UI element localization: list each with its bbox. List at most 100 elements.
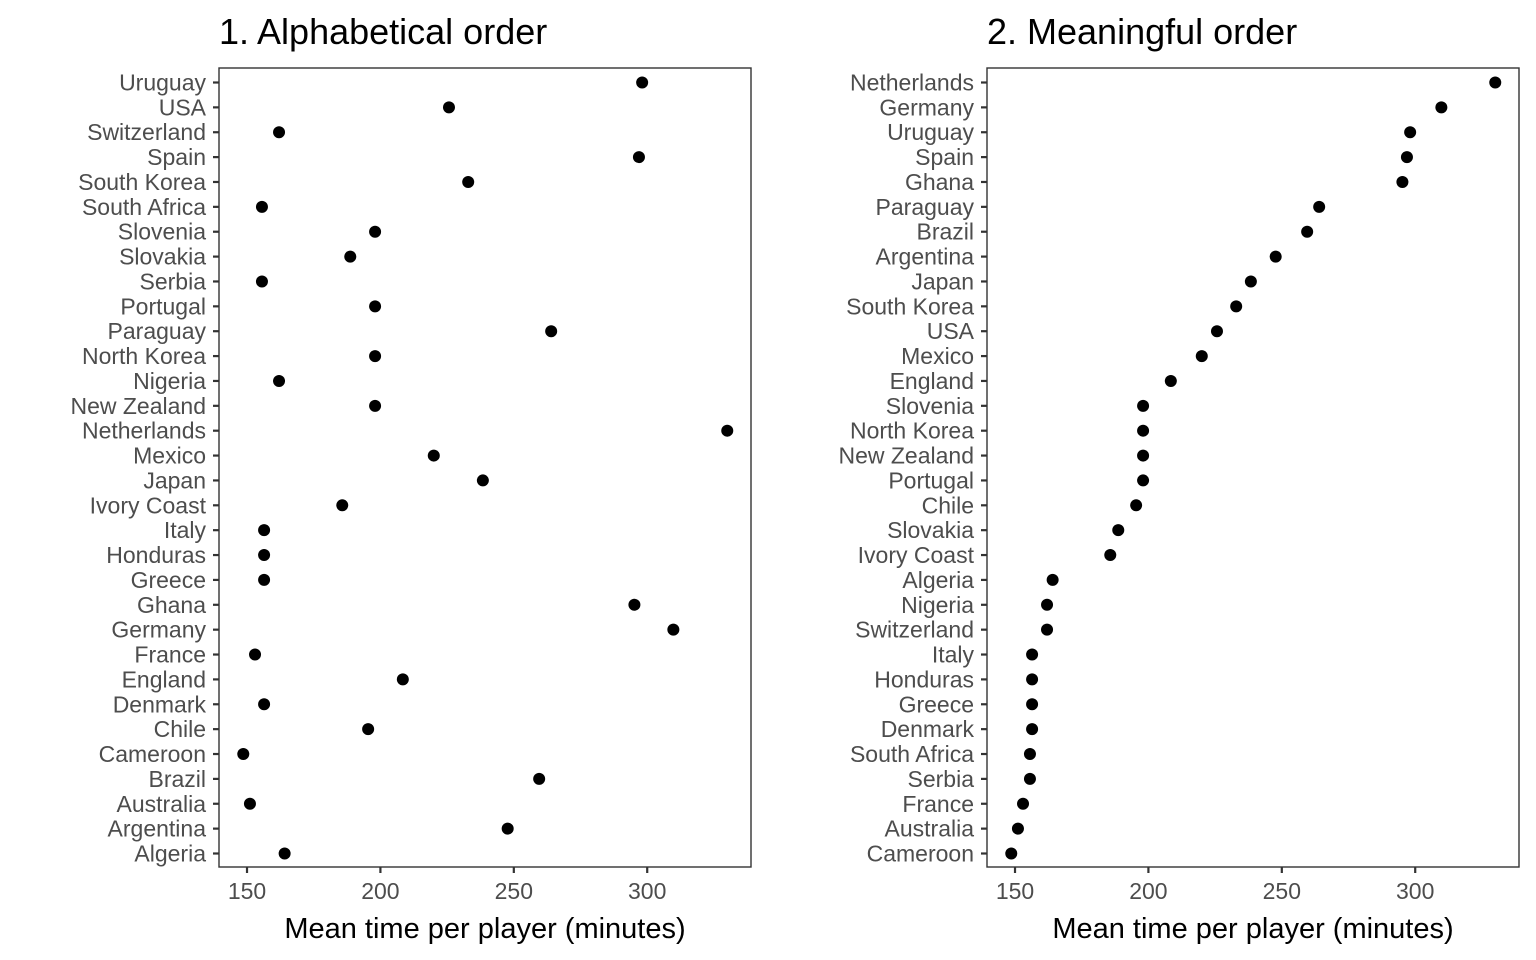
y-tick-label: Serbia bbox=[140, 268, 207, 294]
data-point bbox=[258, 524, 271, 537]
data-point bbox=[1400, 151, 1413, 164]
data-point bbox=[258, 698, 271, 711]
chart-figure: 1. Alphabetical order UruguayUSASwitzerl… bbox=[70, 11, 1520, 945]
panel-title: 2. Meaningful order bbox=[987, 11, 1297, 52]
data-point bbox=[362, 723, 375, 736]
panel-meaningful: 2. Meaningful order NetherlandsGermanyUr… bbox=[838, 11, 1520, 945]
data-point bbox=[258, 573, 271, 586]
x-tick-label: 200 bbox=[1129, 878, 1167, 904]
data-point bbox=[667, 623, 680, 636]
data-point bbox=[1137, 399, 1150, 412]
y-tick-label: USA bbox=[159, 94, 207, 120]
data-point bbox=[1164, 374, 1177, 387]
y-tick-label: Slovenia bbox=[118, 219, 206, 245]
y-tick-label: Brazil bbox=[916, 219, 974, 245]
data-point bbox=[1435, 101, 1448, 114]
data-point bbox=[462, 175, 475, 188]
y-tick-label: Italy bbox=[164, 517, 207, 543]
data-point bbox=[636, 76, 649, 89]
y-tick-label: Slovenia bbox=[886, 393, 974, 419]
data-point bbox=[255, 275, 268, 288]
data-point bbox=[1041, 598, 1054, 611]
y-tick-label: Mexico bbox=[901, 343, 974, 369]
y-tick-label: Cameroon bbox=[867, 841, 974, 867]
y-tick-label: France bbox=[902, 791, 974, 817]
x-axis-title: Mean time per player (minutes) bbox=[1052, 913, 1453, 945]
y-tick-label: England bbox=[122, 666, 206, 692]
y-tick-label: France bbox=[134, 642, 206, 668]
data-point bbox=[369, 399, 382, 412]
data-point bbox=[628, 598, 641, 611]
y-tick-label: Ghana bbox=[905, 169, 974, 195]
data-point bbox=[1023, 772, 1036, 785]
x-tick-label: 250 bbox=[1263, 878, 1301, 904]
y-tick-label: Denmark bbox=[113, 691, 207, 717]
y-tick-label: Ivory Coast bbox=[90, 492, 207, 518]
x-tick-label: 150 bbox=[996, 878, 1034, 904]
data-point bbox=[1137, 449, 1150, 462]
y-tick-label: Netherlands bbox=[82, 418, 206, 444]
y-tick-label: Spain bbox=[915, 144, 974, 170]
y-tick-label: Nigeria bbox=[901, 592, 974, 618]
y-tick-label: Chile bbox=[922, 492, 974, 518]
y-tick-label: USA bbox=[927, 318, 975, 344]
data-point bbox=[1244, 275, 1257, 288]
data-point bbox=[1011, 822, 1024, 835]
data-point bbox=[396, 673, 409, 686]
data-point bbox=[1046, 573, 1059, 586]
data-point bbox=[1026, 698, 1039, 711]
x-axis: 150 200 250 300 bbox=[228, 867, 666, 904]
panel-title: 1. Alphabetical order bbox=[219, 11, 547, 52]
y-tick-label: Serbia bbox=[908, 766, 975, 792]
y-tick-label: Japan bbox=[911, 268, 974, 294]
y-tick-label: New Zealand bbox=[70, 393, 206, 419]
y-tick-label: Slovakia bbox=[119, 244, 206, 270]
y-tick-label: Cameroon bbox=[99, 741, 206, 767]
data-point bbox=[501, 822, 514, 835]
data-point bbox=[1396, 175, 1409, 188]
data-point bbox=[545, 325, 558, 338]
data-point bbox=[1301, 225, 1314, 238]
data-point bbox=[533, 772, 546, 785]
data-point bbox=[369, 225, 382, 238]
x-tick-label: 300 bbox=[628, 878, 666, 904]
y-tick-label: Paraguay bbox=[876, 194, 975, 220]
y-tick-label: Uruguay bbox=[119, 70, 206, 96]
y-tick-label: Nigeria bbox=[133, 368, 206, 394]
data-point bbox=[1489, 76, 1502, 89]
y-tick-label: Ghana bbox=[137, 592, 206, 618]
y-tick-label: Argentina bbox=[108, 816, 207, 842]
x-axis-title: Mean time per player (minutes) bbox=[284, 913, 685, 945]
data-point bbox=[1017, 797, 1030, 810]
data-point bbox=[1137, 424, 1150, 437]
y-tick-label: Germany bbox=[879, 94, 974, 120]
y-tick-label: Germany bbox=[111, 617, 206, 643]
y-tick-label: Australia bbox=[885, 816, 975, 842]
data-point bbox=[369, 300, 382, 313]
y-tick-label: Slovakia bbox=[887, 517, 974, 543]
data-point bbox=[721, 424, 734, 437]
y-tick-label: Uruguay bbox=[887, 119, 974, 145]
data-point bbox=[632, 151, 645, 164]
y-tick-label: Chile bbox=[154, 716, 206, 742]
y-tick-label: North Korea bbox=[850, 418, 974, 444]
data-point bbox=[442, 101, 455, 114]
data-point bbox=[1026, 673, 1039, 686]
y-tick-label: South Korea bbox=[78, 169, 206, 195]
x-tick-label: 250 bbox=[495, 878, 533, 904]
y-tick-label: Honduras bbox=[106, 542, 206, 568]
data-point bbox=[1112, 524, 1125, 537]
data-point bbox=[1104, 549, 1117, 562]
data-point bbox=[255, 200, 268, 213]
y-tick-label: Japan bbox=[143, 467, 206, 493]
data-point bbox=[1026, 648, 1039, 661]
data-point bbox=[344, 250, 357, 263]
y-tick-label: Algeria bbox=[134, 841, 206, 867]
y-tick-label: Mexico bbox=[133, 443, 206, 469]
data-point bbox=[249, 648, 262, 661]
data-point bbox=[1026, 723, 1039, 736]
data-point bbox=[427, 449, 440, 462]
data-point bbox=[237, 748, 250, 761]
y-tick-label: South Africa bbox=[82, 194, 206, 220]
data-point bbox=[1005, 847, 1018, 860]
